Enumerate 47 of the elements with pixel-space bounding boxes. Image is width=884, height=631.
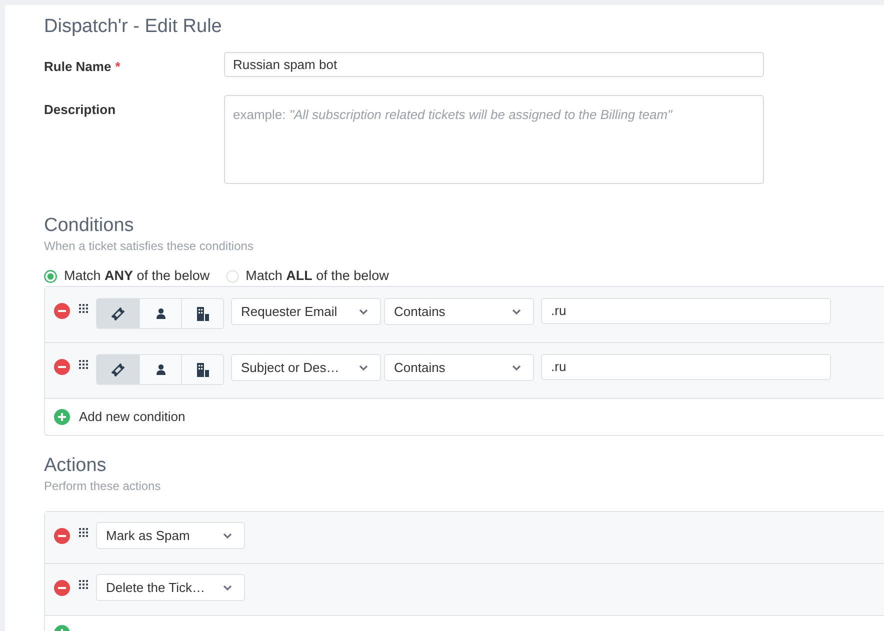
page-title: Dispatch'r - Edit Rule xyxy=(44,15,222,39)
chevron-down-icon xyxy=(512,364,521,370)
dropdown[interactable]: Requester Email xyxy=(231,298,381,325)
section-heading: Conditions xyxy=(44,214,134,238)
add-icon[interactable] xyxy=(54,409,70,425)
remove-icon[interactable] xyxy=(54,303,70,319)
value-input[interactable]: .ru xyxy=(541,298,831,324)
remove-icon[interactable] xyxy=(54,580,70,596)
person-icon xyxy=(156,308,166,319)
scope-toggle[interactable] xyxy=(181,355,223,384)
match-radio[interactable]: Match ALL of the below xyxy=(226,266,389,286)
remove-icon[interactable] xyxy=(54,359,70,375)
dropdown[interactable]: Subject or Des… xyxy=(231,354,381,381)
field-label: Rule Name xyxy=(44,58,112,76)
drag-handle-icon[interactable] xyxy=(79,360,88,369)
scope-toggle[interactable] xyxy=(97,355,139,384)
building-icon xyxy=(196,306,208,320)
ticket-icon xyxy=(111,306,125,320)
text-input[interactable]: Russian spam bot xyxy=(224,52,764,77)
scope-toggle[interactable] xyxy=(181,299,223,328)
chevron-down-icon xyxy=(512,308,521,314)
dropdown[interactable]: Contains xyxy=(384,298,534,325)
radio-icon[interactable] xyxy=(44,270,57,282)
drag-handle-icon[interactable] xyxy=(79,528,88,537)
ticket-icon xyxy=(111,362,125,376)
drag-handle-icon[interactable] xyxy=(79,580,88,589)
chevron-down-icon xyxy=(359,364,368,370)
dropdown[interactable]: Delete the Tick… xyxy=(96,574,245,601)
match-radio[interactable]: Match ANY of the below xyxy=(44,266,210,286)
section-subtitle: When a ticket satisfies these conditions xyxy=(44,238,254,254)
chevron-down-icon xyxy=(223,584,232,590)
field-label: Description xyxy=(44,101,116,119)
dropdown[interactable]: Contains xyxy=(384,354,534,381)
value-input[interactable]: .ru xyxy=(541,354,831,380)
scope-toggle[interactable] xyxy=(97,299,139,328)
dropdown[interactable]: Mark as Spam xyxy=(96,522,245,549)
drag-handle-icon[interactable] xyxy=(79,304,88,313)
add-condition-link[interactable]: Add new condition xyxy=(79,407,186,427)
section-subtitle: Perform these actions xyxy=(44,478,161,494)
chevron-down-icon xyxy=(223,532,232,538)
remove-icon[interactable] xyxy=(54,528,70,544)
chevron-down-icon xyxy=(359,308,368,314)
placeholder-text: example: "All subscription related tickets will be assigned to the Billing team" xyxy=(233,107,672,122)
required-marker: * xyxy=(115,58,120,76)
building-icon xyxy=(196,362,208,376)
section-heading: Actions xyxy=(44,454,106,478)
person-icon xyxy=(156,364,166,375)
